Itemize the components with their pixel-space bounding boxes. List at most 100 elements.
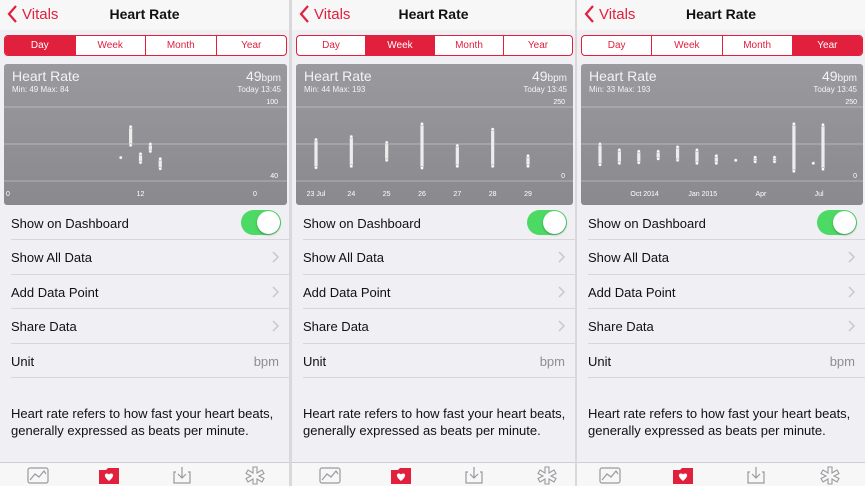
data-point-low <box>753 159 757 164</box>
segment-week[interactable]: Week <box>651 36 721 55</box>
data-point-high <box>148 142 153 146</box>
tab-sources[interactable] <box>171 466 193 485</box>
segment-day[interactable]: Day <box>5 36 75 55</box>
data-point-high <box>314 137 318 142</box>
chart-min-max: Min: 33 Max: 193 <box>589 85 651 94</box>
unit-row[interactable]: Unit bpm <box>588 344 865 378</box>
add-data-point-row[interactable]: Add Data Point <box>11 275 289 310</box>
unit-row[interactable]: Unit bpm <box>303 344 575 378</box>
tab-bar <box>577 462 865 486</box>
chevron-right-icon <box>848 320 855 332</box>
x-tick-label: 27 <box>453 191 461 198</box>
segment-week[interactable]: Week <box>365 36 434 55</box>
tab-bar <box>0 462 289 486</box>
tab-medical-id[interactable] <box>244 466 266 485</box>
share-data-row[interactable]: Share Data <box>11 309 289 344</box>
add-data-point-row[interactable]: Add Data Point <box>303 275 575 310</box>
show-on-dashboard-toggle[interactable] <box>527 210 567 235</box>
show-all-data-row[interactable]: Show All Data <box>11 240 289 275</box>
row-label: Show All Data <box>588 250 669 266</box>
data-point-low <box>821 167 825 172</box>
description-text: Heart rate refers to how fast your heart… <box>303 406 566 438</box>
data-point-low <box>349 164 354 169</box>
current-value-unit: bpm <box>261 73 281 84</box>
medical-id-icon <box>537 466 557 485</box>
chart-current-value: 49bpm <box>822 68 857 84</box>
row-label: Add Data Point <box>11 284 99 300</box>
x-tick-label: 0 <box>253 191 257 198</box>
data-point-high <box>821 122 825 127</box>
share-data-row[interactable]: Share Data <box>588 309 865 344</box>
y-tick-label: 100 <box>266 99 278 106</box>
segment-month[interactable]: Month <box>721 36 792 55</box>
row-label: Add Data Point <box>588 284 676 300</box>
tab-health-data[interactable] <box>672 466 694 485</box>
tab-dashboard[interactable] <box>27 466 49 485</box>
data-point-high <box>526 153 530 158</box>
screen-year: Vitals Heart Rate Day Week Month Year 25… <box>577 0 865 486</box>
page-title: Heart Rate <box>398 6 469 22</box>
chart-title: Heart Rate <box>12 68 80 84</box>
segment-month[interactable]: Month <box>434 36 503 55</box>
segment-year[interactable]: Year <box>215 36 287 55</box>
segment-month[interactable]: Month <box>145 36 216 55</box>
data-point-high <box>384 140 389 145</box>
unit-row[interactable]: Unit bpm <box>11 344 289 378</box>
chevron-right-icon <box>272 320 279 332</box>
add-data-point-row[interactable]: Add Data Point <box>588 275 865 310</box>
data-point-high <box>158 156 163 161</box>
data-point-low <box>128 143 133 148</box>
data-point-high <box>733 158 738 163</box>
tab-medical-id[interactable] <box>819 466 841 485</box>
heart-rate-chart: 100 40 0 12 0 Heart Rate Min: 49 Max: 84 49b… <box>4 64 287 205</box>
data-point-high <box>753 155 757 160</box>
chart-timestamp: Today 13:45 <box>523 85 567 94</box>
data-point-high <box>656 149 661 154</box>
data-point-high <box>138 152 143 156</box>
unit-value: bpm <box>253 353 279 369</box>
tab-dashboard[interactable] <box>319 466 341 485</box>
x-tick-label: Jul <box>815 191 824 198</box>
segment-year[interactable]: Year <box>503 36 572 55</box>
segment-day[interactable]: Day <box>582 36 651 55</box>
row-label: Share Data <box>11 319 77 335</box>
show-on-dashboard-toggle[interactable] <box>241 210 281 235</box>
chart-min-max: Min: 44 Max: 193 <box>304 85 366 94</box>
share-data-row[interactable]: Share Data <box>303 309 575 344</box>
health-data-icon <box>391 468 411 484</box>
chevron-right-icon <box>558 251 565 263</box>
tab-sources[interactable] <box>745 466 767 485</box>
health-data-icon <box>99 468 119 484</box>
chevron-right-icon <box>272 286 279 298</box>
x-tick-label: 29 <box>524 191 532 198</box>
segment-year[interactable]: Year <box>791 36 862 55</box>
chevron-right-icon <box>848 286 855 298</box>
row-label: Unit <box>303 353 327 369</box>
tab-medical-id[interactable] <box>536 466 558 485</box>
tab-health-data[interactable] <box>390 466 412 485</box>
segment-day[interactable]: Day <box>297 36 365 55</box>
dashboard-icon <box>27 467 49 484</box>
segment-week[interactable]: Week <box>74 36 146 55</box>
show-on-dashboard-toggle[interactable] <box>817 210 857 235</box>
data-point-low <box>656 156 661 161</box>
range-segmented-control: Day Week Month Year <box>4 35 287 56</box>
data-point-low <box>420 166 424 170</box>
navigation-bar: Vitals Heart Rate <box>577 0 865 30</box>
row-label: Share Data <box>303 319 369 335</box>
x-tick-label: 23 Jul <box>307 191 326 198</box>
data-point-low <box>792 169 796 174</box>
current-value-unit: bpm <box>837 73 857 84</box>
x-tick-label: 28 <box>489 191 497 198</box>
row-label: Show on Dashboard <box>588 216 706 231</box>
show-all-data-row[interactable]: Show All Data <box>303 240 575 275</box>
y-tick-label: 0 <box>853 173 857 180</box>
show-all-data-row[interactable]: Show All Data <box>588 240 865 275</box>
row-label: Show on Dashboard <box>11 216 129 231</box>
tab-dashboard[interactable] <box>599 466 621 485</box>
tab-health-data[interactable] <box>98 466 120 485</box>
data-point-high <box>714 153 719 158</box>
navigation-bar: Vitals Heart Rate <box>292 0 575 30</box>
tab-sources[interactable] <box>463 466 485 485</box>
row-label: Add Data Point <box>303 284 391 300</box>
